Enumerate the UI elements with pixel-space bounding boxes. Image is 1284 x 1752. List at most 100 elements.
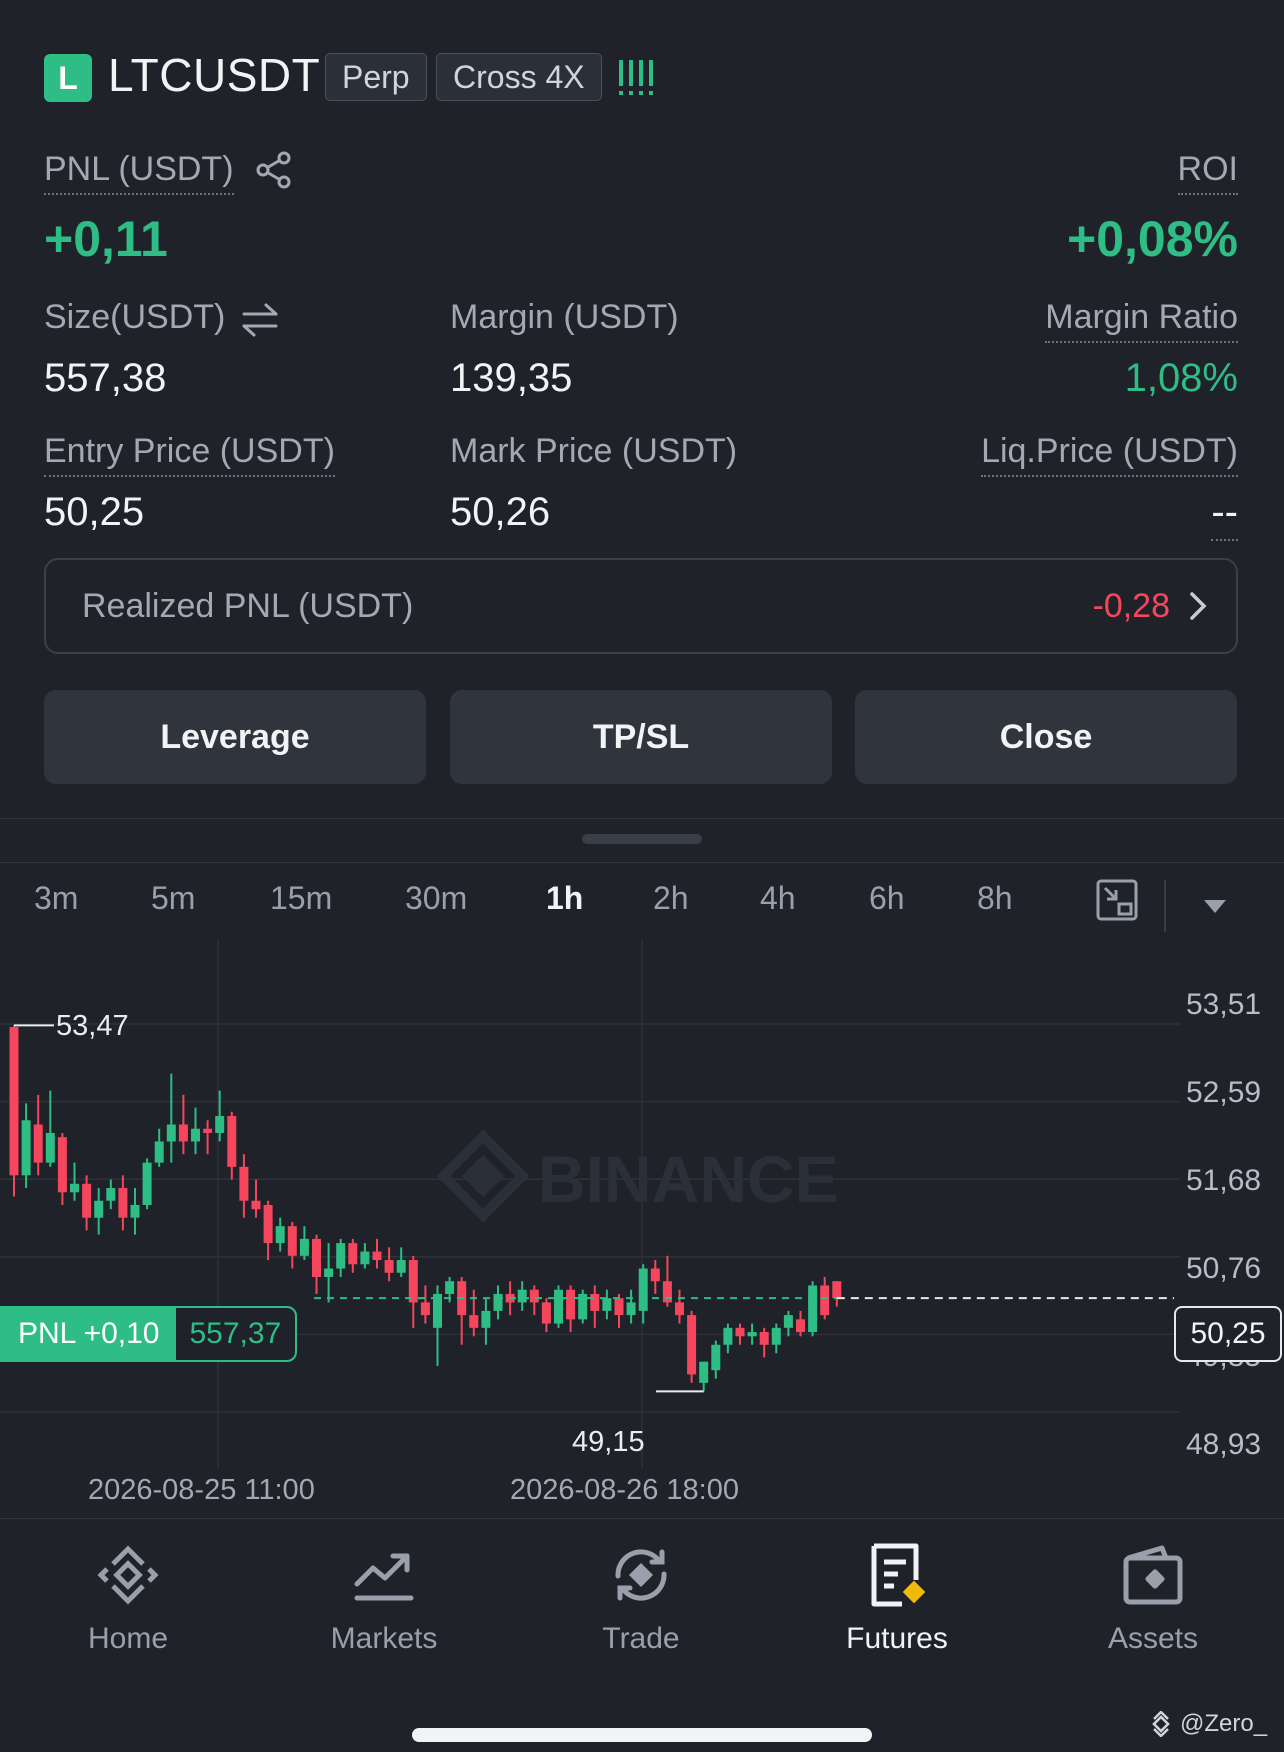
margin-ratio-label[interactable]: Margin Ratio [1045, 298, 1238, 343]
candle-body [820, 1285, 830, 1316]
timeframe-15m[interactable]: 15m [270, 880, 332, 917]
pnl-position-tag[interactable]: PNL +0,10 557,37 [0, 1306, 298, 1362]
x-tick-label: 2026-08-25 11:00 [88, 1474, 315, 1506]
candle-body [396, 1260, 406, 1273]
nav-assets[interactable]: Assets [1053, 1540, 1253, 1656]
y-tick-label: 50,76 [1186, 1252, 1262, 1285]
entry-price-value: 50,25 [44, 490, 145, 534]
timeframe-6h[interactable]: 6h [869, 880, 905, 917]
futures-document-icon [871, 1543, 926, 1607]
nav-markets-label: Markets [330, 1622, 438, 1655]
candle-body [723, 1327, 733, 1345]
candle-body [287, 1226, 297, 1256]
timeframe-8h[interactable]: 8h [977, 880, 1013, 917]
candle-body [215, 1116, 225, 1133]
candle-body [191, 1128, 200, 1142]
candle-body [759, 1332, 769, 1345]
candle-body [566, 1289, 576, 1320]
svg-text:BINANCE: BINANCE [538, 1142, 839, 1216]
timeframe-1h[interactable]: 1h [546, 880, 583, 917]
candle-body [33, 1124, 43, 1163]
candle-body [263, 1204, 273, 1244]
candle-body [360, 1251, 370, 1265]
candle-body [275, 1226, 285, 1244]
candle-body [420, 1302, 430, 1316]
credit-watermark: @Zero_ [1148, 1710, 1267, 1738]
toolbar-divider [1164, 880, 1166, 932]
mark-price-value: 50,26 [450, 490, 551, 534]
candle-body [783, 1315, 793, 1328]
timeframe-30m[interactable]: 30m [405, 880, 467, 917]
candle-body [372, 1251, 382, 1261]
collapse-chart-icon[interactable] [1095, 878, 1139, 922]
close-button[interactable]: Close [855, 690, 1237, 784]
roi-label[interactable]: ROI [1177, 150, 1238, 195]
pnl-label[interactable]: PNL (USDT) [44, 150, 234, 195]
candle-body [626, 1302, 636, 1316]
candle-body [106, 1188, 116, 1201]
nav-home[interactable]: Home [28, 1540, 228, 1656]
symbol-title[interactable]: LTCUSDT [108, 48, 320, 102]
candle-body [650, 1268, 660, 1282]
credit-text: @Zero_ [1180, 1710, 1268, 1737]
margin-ratio-value: 1,08% [1124, 356, 1238, 400]
dropdown-caret-icon[interactable] [1202, 896, 1228, 916]
candle-body [45, 1132, 55, 1163]
high-price-label: 53,47 [56, 1010, 129, 1042]
mark-price-label: Mark Price (USDT) [450, 432, 738, 470]
binance-small-logo-icon [1152, 1711, 1170, 1737]
signal-bars-icon [619, 60, 653, 95]
candle-body [312, 1238, 321, 1277]
margin-value: 139,35 [450, 356, 573, 400]
candle-body [227, 1116, 237, 1167]
nav-futures[interactable]: Futures [797, 1540, 997, 1656]
candle-body [614, 1298, 624, 1316]
current-price-tag: 50,25 [1174, 1306, 1282, 1362]
chevron-right-icon [1190, 592, 1207, 620]
candle-body [554, 1289, 563, 1324]
timeframe-2h[interactable]: 2h [653, 880, 689, 917]
timeframe-3m[interactable]: 3m [34, 880, 78, 917]
timeframe-4h[interactable]: 4h [760, 880, 796, 917]
candle-body [384, 1260, 394, 1273]
candle-body [687, 1315, 697, 1375]
realized-pnl-value: -0,28 [1092, 586, 1171, 625]
low-price-label: 49,15 [572, 1426, 645, 1458]
candle-body [130, 1204, 140, 1218]
drag-handle[interactable] [582, 834, 702, 844]
tpsl-button[interactable]: TP/SL [450, 690, 832, 784]
candle-body [675, 1302, 684, 1316]
liq-price-label[interactable]: Liq.Price (USDT) [981, 432, 1238, 477]
candle-body [771, 1327, 781, 1345]
margin-mode-chip[interactable]: Cross 4X [436, 53, 602, 101]
candle-body [166, 1124, 176, 1142]
candle-body [699, 1361, 709, 1383]
candle-body [602, 1298, 612, 1311]
candlestick-chart[interactable]: BINANCE [0, 940, 1284, 1480]
candle-body [239, 1166, 249, 1201]
swap-arrows-icon[interactable] [240, 300, 280, 340]
realized-pnl-row[interactable]: Realized PNL (USDT) -0,28 [44, 558, 1238, 654]
nav-futures-label: Futures [846, 1622, 948, 1655]
candle-body [469, 1315, 479, 1328]
candle-body [590, 1293, 600, 1311]
trade-exchange-icon [615, 1549, 667, 1601]
size-value: 557,38 [44, 356, 167, 400]
timeframe-5m[interactable]: 5m [151, 880, 195, 917]
size-label: Size(USDT) [44, 298, 226, 336]
nav-trade[interactable]: Trade [541, 1540, 741, 1656]
leverage-button[interactable]: Leverage [44, 690, 426, 784]
entry-price-label[interactable]: Entry Price (USDT) [44, 432, 335, 477]
candle-body [82, 1183, 92, 1218]
share-icon[interactable] [254, 150, 294, 190]
pnl-tag-value: PNL +0,10 [2, 1308, 176, 1360]
nav-markets[interactable]: Markets [284, 1540, 484, 1656]
pnl-tag-size: 557,37 [189, 1317, 282, 1350]
candle-body [408, 1260, 418, 1303]
candle-body [94, 1200, 104, 1218]
candle-body [832, 1281, 842, 1299]
nav-home-label: Home [87, 1622, 169, 1655]
perp-chip: Perp [325, 53, 427, 101]
roi-value: +0,08% [1067, 211, 1238, 267]
divider [0, 862, 1284, 863]
